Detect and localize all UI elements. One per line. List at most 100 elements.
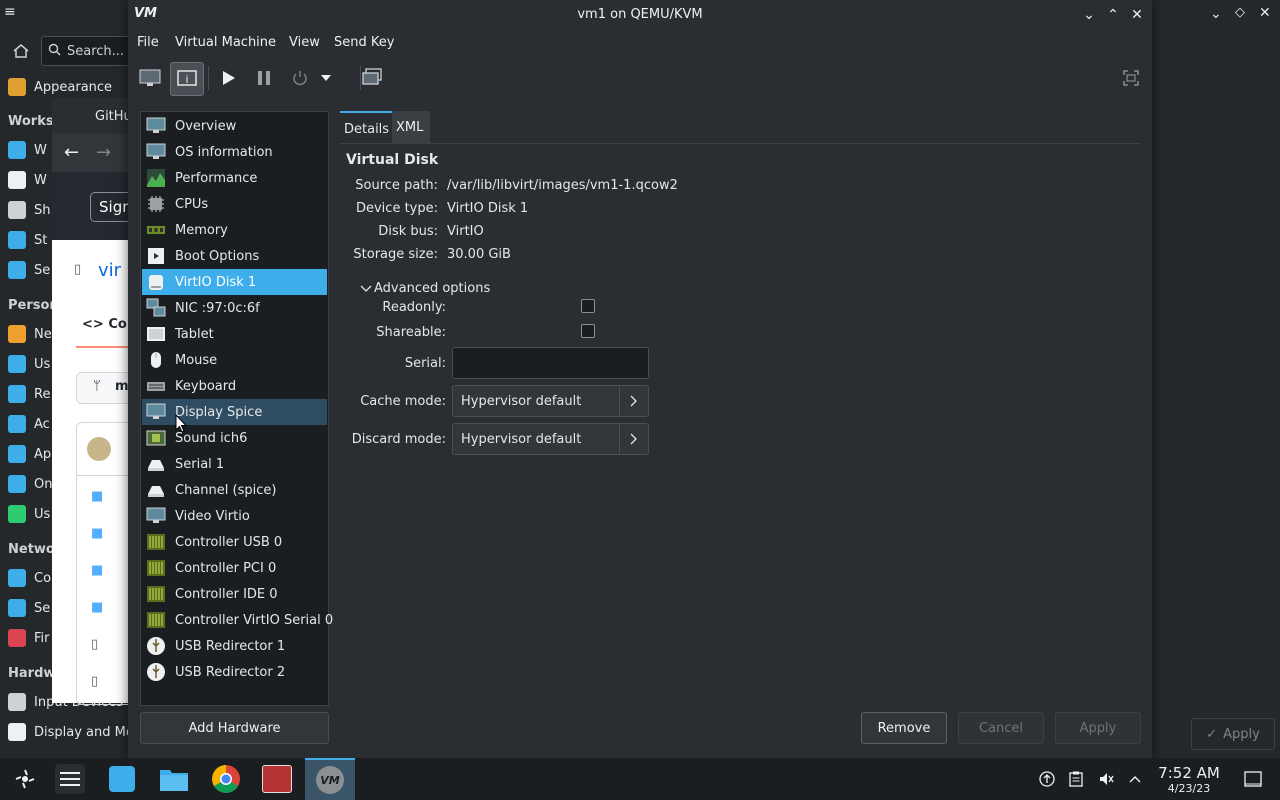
minimize-icon[interactable]: ⌄ bbox=[1080, 6, 1098, 24]
hardware-list-item[interactable]: Video Virtio bbox=[142, 503, 327, 529]
hardware-list-item[interactable]: OS information bbox=[142, 139, 327, 165]
show-desktop-icon[interactable] bbox=[1244, 770, 1262, 788]
hardware-list-item[interactable]: Overview bbox=[142, 113, 327, 139]
code-tab[interactable]: <> Co bbox=[82, 317, 127, 332]
hardware-list-label: Controller USB 0 bbox=[175, 534, 283, 550]
virt-manager-app-icon[interactable]: VM bbox=[305, 758, 355, 800]
back-arrow-icon[interactable]: ← bbox=[64, 142, 79, 163]
advanced-options-expander[interactable]: Advanced options bbox=[360, 281, 490, 296]
menu-virtual-machine[interactable]: Virtual Machine bbox=[175, 35, 276, 50]
browser-tab-label[interactable]: GitHu bbox=[95, 109, 132, 124]
close-icon[interactable]: ✕ bbox=[1259, 5, 1271, 21]
settings-sidebar-item[interactable]: Us bbox=[8, 351, 50, 377]
home-icon[interactable] bbox=[12, 42, 30, 60]
close-icon[interactable]: ✕ bbox=[1128, 6, 1146, 24]
folder-icon: ■ bbox=[91, 563, 104, 578]
window-titlebar[interactable]: VM vm1 on QEMU/KVM ⌄ ⌃ ✕ bbox=[128, 0, 1152, 30]
konsole-app-icon[interactable] bbox=[252, 758, 302, 800]
cancel-button[interactable]: Cancel bbox=[958, 712, 1044, 744]
settings-sidebar-item[interactable]: Sh bbox=[8, 197, 51, 223]
hardware-list-item[interactable]: Controller PCI 0 bbox=[142, 555, 327, 581]
hardware-list-item[interactable]: USB Redirector 2 bbox=[142, 659, 327, 685]
hardware-list-item[interactable]: Serial 1 bbox=[142, 451, 327, 477]
readonly-checkbox[interactable] bbox=[581, 299, 595, 313]
hardware-list-item[interactable]: Tablet bbox=[142, 321, 327, 347]
settings-sidebar-item[interactable]: Appearance bbox=[8, 74, 112, 100]
shareable-checkbox[interactable] bbox=[581, 324, 595, 338]
hardware-list-item[interactable]: Keyboard bbox=[142, 373, 327, 399]
background-apply-button[interactable]: ✓ Apply bbox=[1191, 718, 1275, 750]
settings-sidebar-item[interactable]: W bbox=[8, 167, 47, 193]
discover-store-icon[interactable] bbox=[97, 758, 147, 800]
forward-arrow-icon[interactable]: → bbox=[96, 142, 111, 163]
maximize-icon[interactable]: ⌃ bbox=[1104, 6, 1122, 24]
tab-xml[interactable]: XML bbox=[392, 111, 430, 143]
hardware-list-item[interactable]: Controller USB 0 bbox=[142, 529, 327, 555]
settings-sidebar-item[interactable]: Re bbox=[8, 381, 50, 407]
details-view-button[interactable]: i bbox=[170, 62, 204, 96]
hardware-list-item[interactable]: NIC :97:0c:6f bbox=[142, 295, 327, 321]
serial-icon bbox=[146, 454, 166, 474]
hardware-list-item[interactable]: VirtIO Disk 1 bbox=[142, 269, 327, 295]
settings-sidebar-item[interactable]: Se bbox=[8, 595, 50, 621]
snapshots-button[interactable] bbox=[356, 62, 388, 94]
apply-button[interactable]: Apply bbox=[1055, 712, 1141, 744]
application-launcher-icon[interactable] bbox=[0, 758, 50, 800]
hardware-list-item[interactable]: Controller VirtIO Serial 0 bbox=[142, 607, 333, 633]
tablet-icon bbox=[146, 324, 166, 344]
settings-sidebar-item[interactable]: W bbox=[8, 137, 47, 163]
system-settings-app-icon[interactable] bbox=[45, 758, 95, 800]
cpu-icon bbox=[146, 194, 166, 214]
tab-details[interactable]: Details bbox=[340, 111, 394, 145]
remove-button[interactable]: Remove bbox=[861, 712, 947, 744]
clock[interactable]: 7:52 AM 4/23/23 bbox=[1152, 764, 1226, 795]
settings-sidebar-item[interactable]: On bbox=[8, 471, 52, 497]
snapshot-icon bbox=[362, 68, 382, 85]
add-hardware-button[interactable]: Add Hardware bbox=[140, 712, 329, 744]
settings-sidebar-item[interactable]: Us bbox=[8, 501, 50, 527]
settings-sidebar-item[interactable]: Ac bbox=[8, 411, 50, 437]
serial-input[interactable] bbox=[452, 347, 649, 379]
settings-sidebar-item[interactable]: St bbox=[8, 227, 47, 253]
menu-view[interactable]: View bbox=[289, 35, 320, 50]
settings-sidebar-item[interactable]: Fir bbox=[8, 625, 50, 651]
shutdown-menu-button[interactable] bbox=[317, 62, 335, 94]
discard-mode-select[interactable]: Hypervisor default bbox=[452, 423, 649, 455]
menu-send-key[interactable]: Send Key bbox=[334, 35, 394, 50]
hardware-list-item[interactable]: Memory bbox=[142, 217, 327, 243]
chrome-browser-icon[interactable] bbox=[201, 758, 251, 800]
keep-above-icon[interactable]: ◇ bbox=[1235, 5, 1245, 20]
hardware-list-label: Controller PCI 0 bbox=[175, 560, 277, 576]
settings-sidebar-item[interactable]: Se bbox=[8, 257, 50, 283]
hardware-list-item[interactable]: Boot Options bbox=[142, 243, 327, 269]
cache-mode-select[interactable]: Hypervisor default bbox=[452, 385, 649, 417]
menu-icon[interactable]: ≡ bbox=[4, 4, 22, 22]
shutdown-button[interactable] bbox=[284, 62, 316, 94]
settings-category-icon bbox=[8, 599, 26, 617]
run-button[interactable] bbox=[212, 62, 244, 94]
hardware-list-item[interactable]: Controller IDE 0 bbox=[142, 581, 327, 607]
settings-sidebar-item[interactable]: Ne bbox=[8, 321, 52, 347]
hardware-list-item[interactable]: Mouse bbox=[142, 347, 327, 373]
system-tray-expand-icon[interactable] bbox=[1126, 770, 1144, 788]
chevron-down-icon[interactable]: ⌄ bbox=[1210, 6, 1222, 22]
settings-sidebar-item[interactable]: Display and Mo bbox=[8, 719, 134, 745]
serial-icon bbox=[146, 480, 166, 500]
menu-file[interactable]: File bbox=[137, 35, 159, 50]
console-view-button[interactable] bbox=[134, 62, 166, 94]
file-manager-icon[interactable] bbox=[149, 758, 199, 800]
volume-muted-icon[interactable] bbox=[1097, 770, 1115, 788]
hardware-list-item[interactable]: Performance bbox=[142, 165, 327, 191]
hardware-list-item[interactable]: USB Redirector 1 bbox=[142, 633, 327, 659]
hardware-list-item[interactable]: Display Spice bbox=[142, 399, 327, 425]
hardware-list-item[interactable]: Sound ich6 bbox=[142, 425, 327, 451]
hardware-list-item[interactable]: Channel (spice) bbox=[142, 477, 327, 503]
clipboard-icon[interactable] bbox=[1067, 770, 1085, 788]
updates-icon[interactable] bbox=[1038, 770, 1056, 788]
fullscreen-button[interactable] bbox=[1115, 62, 1147, 94]
pause-button[interactable] bbox=[248, 62, 280, 94]
settings-sidebar-item[interactable]: Co bbox=[8, 565, 51, 591]
hardware-list-item[interactable]: CPUs bbox=[142, 191, 327, 217]
settings-sidebar-item[interactable]: Ap bbox=[8, 441, 51, 467]
repo-name[interactable]: vir bbox=[98, 260, 121, 281]
